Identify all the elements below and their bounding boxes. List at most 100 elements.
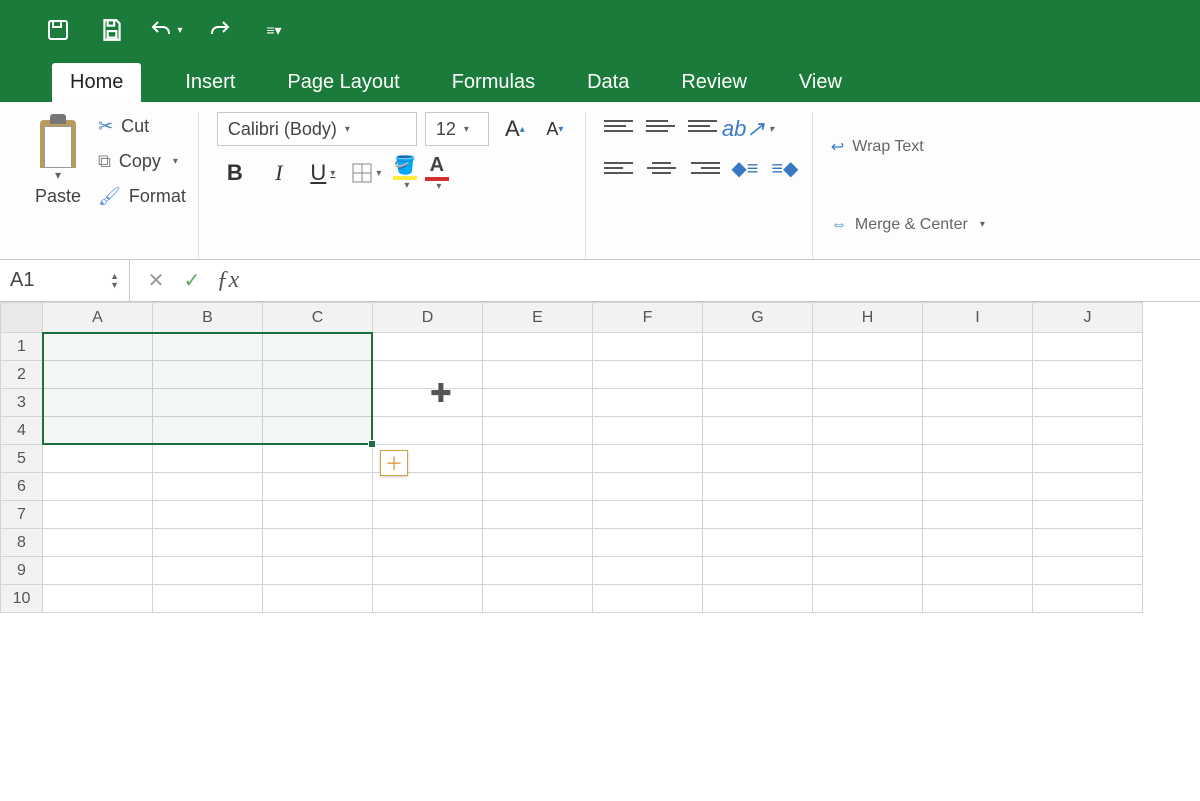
cell[interactable] xyxy=(1033,389,1143,417)
cell[interactable] xyxy=(373,389,483,417)
cell[interactable] xyxy=(593,473,703,501)
cell[interactable] xyxy=(593,557,703,585)
cell[interactable] xyxy=(483,529,593,557)
cell[interactable] xyxy=(43,557,153,585)
cell[interactable] xyxy=(153,417,263,445)
format-painter-button[interactable]: 🖌 Format xyxy=(98,186,186,207)
cell[interactable] xyxy=(1033,501,1143,529)
align-top-button[interactable] xyxy=(604,112,636,140)
cell[interactable] xyxy=(483,585,593,613)
cell[interactable] xyxy=(703,417,813,445)
cell[interactable] xyxy=(703,529,813,557)
cell[interactable] xyxy=(373,417,483,445)
column-header[interactable]: J xyxy=(1033,303,1143,333)
borders-button[interactable] xyxy=(349,156,385,190)
cell[interactable] xyxy=(373,501,483,529)
cancel-formula-button[interactable]: ✕ xyxy=(140,265,172,297)
cell[interactable] xyxy=(703,557,813,585)
cell[interactable] xyxy=(813,417,923,445)
cell[interactable] xyxy=(43,529,153,557)
column-header[interactable]: I xyxy=(923,303,1033,333)
cell[interactable] xyxy=(43,361,153,389)
cell[interactable] xyxy=(153,333,263,361)
formula-input[interactable] xyxy=(254,260,1200,301)
cell[interactable] xyxy=(1033,333,1143,361)
cell[interactable] xyxy=(373,361,483,389)
bold-button[interactable]: B xyxy=(217,156,253,190)
row-header[interactable]: 7 xyxy=(1,501,43,529)
tab-review[interactable]: Review xyxy=(673,63,755,102)
fill-color-button[interactable]: 🪣 xyxy=(393,155,417,191)
row-header[interactable]: 6 xyxy=(1,473,43,501)
cell[interactable] xyxy=(153,557,263,585)
tab-data[interactable]: Data xyxy=(579,63,637,102)
cell[interactable] xyxy=(483,333,593,361)
cell[interactable] xyxy=(813,389,923,417)
cell[interactable] xyxy=(373,557,483,585)
cell[interactable] xyxy=(923,529,1033,557)
cell[interactable] xyxy=(373,473,483,501)
customize-qat-icon[interactable]: ≡▾ xyxy=(256,12,292,48)
paste-button[interactable]: ▾ Paste xyxy=(28,112,88,259)
row-header[interactable]: 9 xyxy=(1,557,43,585)
align-bottom-button[interactable] xyxy=(688,112,720,140)
cell[interactable] xyxy=(263,333,373,361)
cell[interactable] xyxy=(1033,529,1143,557)
row-header[interactable]: 2 xyxy=(1,361,43,389)
align-middle-button[interactable] xyxy=(646,112,678,140)
save-icon[interactable] xyxy=(94,12,130,48)
cell[interactable] xyxy=(923,389,1033,417)
cell[interactable] xyxy=(813,501,923,529)
cell[interactable] xyxy=(923,333,1033,361)
undo-button[interactable] xyxy=(148,12,184,48)
copy-button[interactable]: ⧉ Copy xyxy=(98,151,186,172)
cell[interactable] xyxy=(153,585,263,613)
column-header[interactable]: H xyxy=(813,303,923,333)
cell[interactable] xyxy=(43,389,153,417)
cell[interactable] xyxy=(263,417,373,445)
cell[interactable] xyxy=(43,501,153,529)
accept-formula-button[interactable]: ✓ xyxy=(176,265,208,297)
cell[interactable] xyxy=(263,557,373,585)
column-header[interactable]: B xyxy=(153,303,263,333)
cell[interactable] xyxy=(593,585,703,613)
tab-home[interactable]: Home xyxy=(52,63,141,102)
cell[interactable] xyxy=(43,445,153,473)
autosave-icon[interactable] xyxy=(40,12,76,48)
cell[interactable] xyxy=(703,389,813,417)
cell[interactable] xyxy=(1033,417,1143,445)
cell[interactable] xyxy=(703,473,813,501)
cell[interactable] xyxy=(263,501,373,529)
cell[interactable] xyxy=(263,389,373,417)
cell[interactable] xyxy=(483,557,593,585)
cell[interactable] xyxy=(43,417,153,445)
column-header[interactable]: F xyxy=(593,303,703,333)
row-header[interactable]: 8 xyxy=(1,529,43,557)
column-header[interactable]: D xyxy=(373,303,483,333)
column-header[interactable]: C xyxy=(263,303,373,333)
cell[interactable] xyxy=(1033,361,1143,389)
cell[interactable] xyxy=(153,473,263,501)
cell[interactable] xyxy=(1033,473,1143,501)
tab-formulas[interactable]: Formulas xyxy=(444,63,543,102)
tab-page-layout[interactable]: Page Layout xyxy=(279,63,407,102)
cell[interactable] xyxy=(923,585,1033,613)
cell[interactable] xyxy=(263,473,373,501)
wrap-text-button[interactable]: ↩ Wrap Text xyxy=(831,137,985,157)
cell[interactable] xyxy=(1033,557,1143,585)
row-header[interactable]: 1 xyxy=(1,333,43,361)
row-header[interactable]: 3 xyxy=(1,389,43,417)
tab-view[interactable]: View xyxy=(791,63,850,102)
row-header[interactable]: 5 xyxy=(1,445,43,473)
decrease-indent-button[interactable]: ◆≡ xyxy=(730,154,760,182)
cell[interactable] xyxy=(813,445,923,473)
font-color-button[interactable]: A xyxy=(425,154,449,192)
column-header[interactable]: G xyxy=(703,303,813,333)
cell[interactable] xyxy=(703,585,813,613)
cell[interactable] xyxy=(263,529,373,557)
cell[interactable] xyxy=(153,529,263,557)
align-left-button[interactable] xyxy=(604,154,636,182)
cell[interactable] xyxy=(373,585,483,613)
underline-button[interactable]: U xyxy=(305,156,341,190)
cell[interactable] xyxy=(263,361,373,389)
